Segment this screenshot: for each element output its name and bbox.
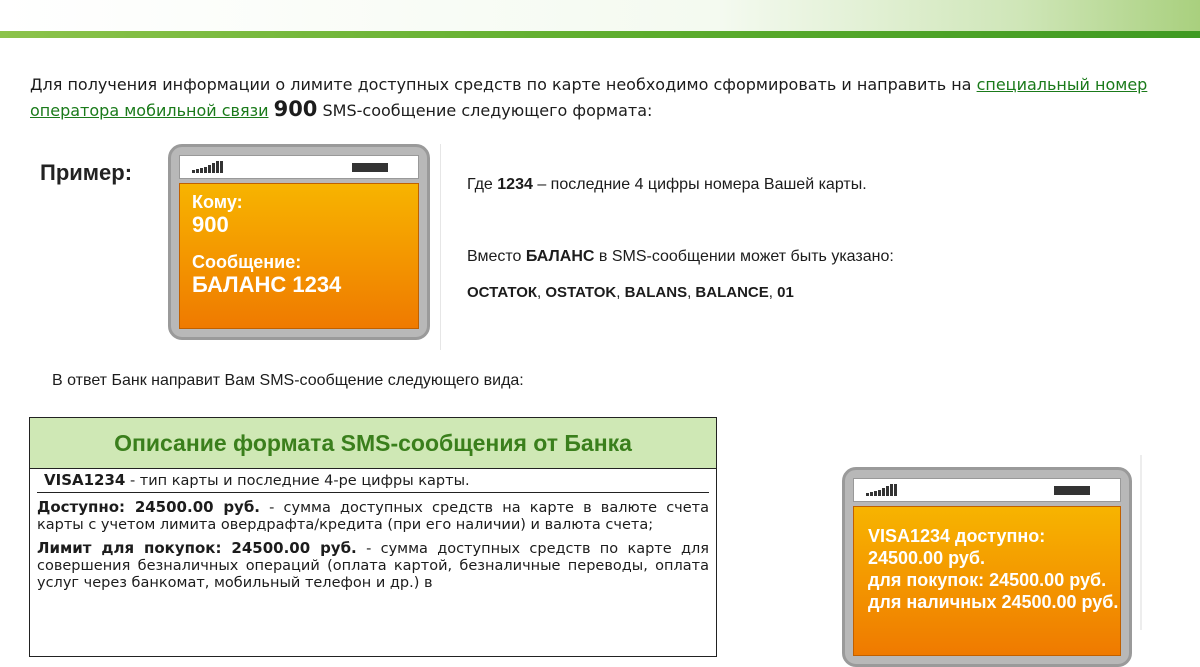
example-label: Пример: bbox=[40, 160, 133, 185]
message-value: БАЛАНС 1234 bbox=[192, 272, 342, 297]
instead-prefix: Вместо bbox=[467, 248, 526, 265]
alt-word: OSTATOK bbox=[545, 284, 617, 301]
card-digits: 1234 bbox=[497, 176, 533, 193]
divider bbox=[1140, 455, 1142, 630]
alt-word: 01 bbox=[777, 284, 794, 301]
alt-sep: , bbox=[768, 284, 778, 301]
balance-word: БАЛАНС bbox=[525, 248, 595, 265]
battery-icon bbox=[1054, 486, 1090, 495]
alternatives-list: ОСТАТОК, OSTATOK, BALANS, BALANCE, 01 bbox=[467, 284, 794, 301]
phone-screen: VISA1234 доступно: 24500.00 руб. для пок… bbox=[853, 506, 1121, 656]
alt-word: BALANCE bbox=[695, 284, 769, 301]
sms-line: для покупок: 24500.00 руб. bbox=[868, 570, 1107, 590]
reply-note: В ответ Банк направит Вам SMS-сообщение … bbox=[52, 372, 524, 389]
format-description-table: Описание формата SMS-сообщения от Банка … bbox=[29, 417, 717, 657]
header-banner bbox=[0, 0, 1200, 38]
phone-screen: Кому: 900 Сообщение: БАЛАНС 1234 bbox=[179, 183, 419, 329]
signal-icon bbox=[866, 484, 897, 496]
format-key: Доступно: 24500.00 руб. bbox=[37, 498, 261, 516]
alt-word: ОСТАТОК bbox=[467, 284, 538, 301]
format-key: Лимит для покупок: 24500.00 руб. bbox=[37, 539, 357, 557]
intro-paragraph: Для получения информации о лимите доступ… bbox=[30, 72, 1190, 123]
battery-icon bbox=[352, 163, 388, 172]
reply-phone: VISA1234 доступно: 24500.00 руб. для пок… bbox=[842, 467, 1132, 667]
format-row: Доступно: 24500.00 руб. - сумма доступны… bbox=[37, 499, 709, 534]
short-number: 900 bbox=[273, 97, 318, 121]
alt-sep: , bbox=[616, 284, 625, 301]
format-title: Описание формата SMS-сообщения от Банка bbox=[30, 418, 716, 469]
signal-icon bbox=[192, 161, 223, 173]
divider bbox=[440, 144, 441, 350]
format-row: Лимит для покупок: 24500.00 руб. - сумма… bbox=[37, 540, 709, 592]
phone-status-bar bbox=[853, 478, 1121, 502]
message-label: Сообщение: bbox=[192, 252, 302, 272]
where-note: Где 1234 – последние 4 цифры номера Ваше… bbox=[467, 176, 867, 194]
intro-text: Для получения информации о лимите доступ… bbox=[30, 75, 977, 94]
format-desc: - тип карты и последние 4-ре цифры карты… bbox=[125, 473, 470, 489]
format-key: VISA1234 bbox=[44, 471, 126, 489]
alt-word: BALANS bbox=[624, 284, 688, 301]
phone-status-bar bbox=[179, 155, 419, 179]
format-row: VISA1234 - тип карты и последние 4-ре ци… bbox=[37, 472, 709, 493]
to-value: 900 bbox=[192, 212, 229, 237]
instead-note: Вместо БАЛАНС в SMS-сообщении может быть… bbox=[467, 248, 894, 266]
instead-suffix: в SMS-сообщении может быть указано: bbox=[594, 248, 894, 265]
sms-line: VISA1234 доступно: bbox=[868, 526, 1046, 546]
format-body: VISA1234 - тип карты и последние 4-ре ци… bbox=[30, 469, 716, 601]
sms-line: для наличных 24500.00 руб. bbox=[868, 592, 1119, 612]
to-label: Кому: bbox=[192, 192, 243, 212]
intro-text-end: SMS-сообщение следующего формата: bbox=[317, 101, 653, 120]
example-phone: Кому: 900 Сообщение: БАЛАНС 1234 bbox=[168, 144, 430, 340]
where-prefix: Где bbox=[467, 176, 498, 193]
where-suffix: – последние 4 цифры номера Вашей карты. bbox=[532, 176, 867, 193]
sms-line: 24500.00 руб. bbox=[868, 548, 985, 568]
